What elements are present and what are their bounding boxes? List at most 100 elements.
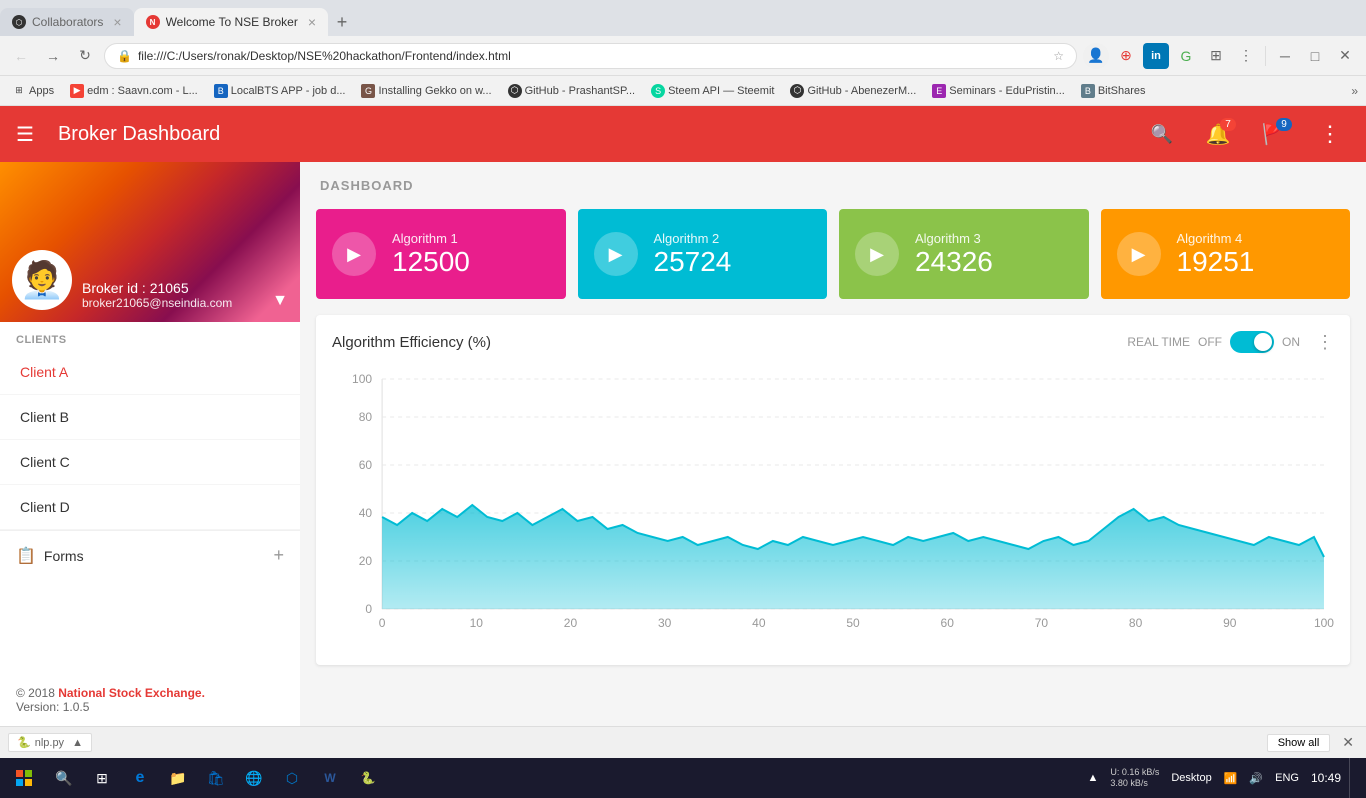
bookmark-github1[interactable]: ⬡ GitHub - PrashantSP... — [504, 82, 639, 100]
volume-tray-item[interactable]: 🔊 — [1245, 758, 1267, 798]
search-nav-button[interactable]: 🔍 — [1142, 114, 1182, 154]
seminars-bookmark-icon: E — [932, 84, 946, 98]
forms-add-icon[interactable]: + — [273, 545, 284, 566]
star-icon[interactable]: ☆ — [1053, 49, 1064, 63]
reload-button[interactable]: ↻ — [72, 43, 98, 69]
word-icon: W — [320, 768, 340, 788]
menu-button[interactable]: ☰ — [16, 122, 34, 147]
bookmark-bitshares[interactable]: B BitShares — [1077, 82, 1150, 100]
ime-tray-item[interactable]: ENG — [1271, 758, 1303, 798]
play-button-3[interactable]: ▶ — [855, 232, 899, 276]
algo-card-2[interactable]: ▶ Algorithm 2 25724 — [578, 209, 828, 299]
opera-icon[interactable]: ⊕ — [1113, 43, 1139, 69]
taskbar-chrome-button[interactable]: 🌐 — [236, 760, 272, 796]
close-window-button[interactable]: ✕ — [1332, 43, 1358, 69]
taskbar-edge-button[interactable]: e — [122, 760, 158, 796]
bookmark-localbts[interactable]: B LocalBTS APP - job d... — [210, 82, 350, 100]
sidebar-item-client-c[interactable]: Client C — [0, 440, 300, 485]
algo-card-4[interactable]: ▶ Algorithm 4 19251 — [1101, 209, 1351, 299]
extension3-icon[interactable]: ⋮ — [1233, 43, 1259, 69]
notifications-button[interactable]: 🔔 7 — [1198, 114, 1238, 154]
brand-name: National Stock Exchange. — [58, 686, 205, 700]
bookmark-steem[interactable]: S Steem API — Steemit — [647, 82, 778, 100]
svg-text:60: 60 — [359, 458, 373, 472]
flags-button[interactable]: 🚩 9 — [1254, 114, 1294, 154]
windows-start-button[interactable] — [4, 758, 44, 798]
bookmark-apps[interactable]: ⊞ Apps — [8, 82, 58, 100]
bell-badge: 7 — [1220, 118, 1236, 131]
tab-icon-github: ⬡ — [12, 15, 26, 29]
linkedin-icon[interactable]: in — [1143, 43, 1169, 69]
algo-card-3[interactable]: ▶ Algorithm 3 24326 — [839, 209, 1089, 299]
tray-network-item[interactable]: U: 0.16 kB/s 3.80 kB/s — [1106, 758, 1163, 798]
taskbar-search-button[interactable]: 🔍 — [46, 760, 82, 796]
extension1-icon[interactable]: G — [1173, 43, 1199, 69]
taskbar-vscode-button[interactable]: ⬡ — [274, 760, 310, 796]
new-tab-button[interactable]: + — [328, 8, 356, 36]
close-tab-collaborators[interactable]: × — [113, 14, 121, 30]
dashboard-area: DASHBOARD ▶ Algorithm 1 12500 ▶ Algorith… — [300, 162, 1366, 726]
taskbar-word-button[interactable]: W — [312, 760, 348, 796]
maximize-button[interactable]: □ — [1302, 43, 1328, 69]
forward-button[interactable]: → — [40, 43, 66, 69]
svg-text:60: 60 — [941, 616, 955, 630]
profile-icon[interactable]: 👤 — [1083, 43, 1109, 69]
search-icon: 🔍 — [1151, 124, 1173, 145]
tray-arrow-button[interactable]: ▲ — [1083, 758, 1102, 798]
bookmark-edm[interactable]: ▶ edm : Saavn.com - L... — [66, 82, 202, 100]
more-options-button[interactable]: ⋮ — [1310, 114, 1350, 154]
sidebar-item-client-b[interactable]: Client B — [0, 395, 300, 440]
taskbar-store-button[interactable]: 🛍 — [198, 760, 234, 796]
bitshares-bookmark-label: BitShares — [1098, 85, 1146, 97]
sidebar-item-client-a[interactable]: Client A — [0, 350, 300, 395]
taskbar-python-button[interactable]: 🐍 — [350, 760, 386, 796]
sidebar-item-client-d[interactable]: Client D — [0, 485, 300, 530]
bookmark-gekko[interactable]: G Installing Gekko on w... — [357, 82, 495, 100]
taskbar-task-view-button[interactable]: ⊞ — [84, 760, 120, 796]
github1-bookmark-label: GitHub - PrashantSP... — [525, 85, 635, 97]
wifi-tray-item[interactable]: 📶 — [1220, 758, 1242, 798]
svg-text:80: 80 — [359, 410, 373, 424]
extension2-icon[interactable]: ⊞ — [1203, 43, 1229, 69]
more-bookmarks-button[interactable]: » — [1351, 84, 1358, 98]
steem-bookmark-icon: S — [651, 84, 665, 98]
back-button[interactable]: ← — [8, 43, 34, 69]
play-button-4[interactable]: ▶ — [1117, 232, 1161, 276]
tab-icon-nse: N — [146, 15, 160, 29]
explorer-icon: 📁 — [168, 768, 188, 788]
play-button-1[interactable]: ▶ — [332, 232, 376, 276]
sidebar-user-info: Broker id : 21065 broker21065@nseindia.c… — [82, 280, 262, 310]
show-desktop-button[interactable] — [1349, 758, 1358, 798]
version-text: Version: 1.0.5 — [16, 700, 89, 714]
bookmark-github2[interactable]: ⬡ GitHub - AbenezerM... — [786, 82, 920, 100]
main-content: 🧑‍💼 Broker id : 21065 broker21065@nseind… — [0, 162, 1366, 726]
close-tab-nse[interactable]: × — [308, 14, 316, 30]
tab-label-nse: Welcome To NSE Broker — [166, 15, 298, 29]
desktop-label[interactable]: Desktop — [1167, 758, 1215, 798]
off-label: OFF — [1198, 335, 1222, 349]
chart-section: Algorithm Efficiency (%) REAL TIME OFF O… — [316, 315, 1350, 665]
edge-icon: e — [130, 768, 150, 788]
svg-text:90: 90 — [1223, 616, 1237, 630]
svg-text:100: 100 — [1314, 616, 1334, 630]
algo-info-2: Algorithm 2 25724 — [654, 231, 732, 278]
github2-bookmark-icon: ⬡ — [790, 84, 804, 98]
algo-card-1[interactable]: ▶ Algorithm 1 12500 — [316, 209, 566, 299]
realtime-toggle[interactable] — [1230, 331, 1274, 353]
time-tray-item[interactable]: 10:49 — [1307, 758, 1345, 798]
github2-bookmark-label: GitHub - AbenezerM... — [807, 85, 916, 97]
play-button-2[interactable]: ▶ — [594, 232, 638, 276]
minimize-button[interactable]: ─ — [1272, 43, 1298, 69]
chart-more-icon[interactable]: ⋮ — [1316, 332, 1334, 353]
sidebar-chevron-icon[interactable]: ▼ — [272, 292, 288, 310]
tab-collaborators[interactable]: ⬡ Collaborators × — [0, 8, 134, 36]
address-bar[interactable]: 🔒 file:///C:/Users/ronak/Desktop/NSE%20h… — [104, 43, 1077, 69]
taskbar-explorer-button[interactable]: 📁 — [160, 760, 196, 796]
chevron-up-icon[interactable]: ▲ — [72, 737, 83, 749]
forms-row[interactable]: 📋 Forms + — [0, 530, 300, 580]
bookmark-seminars[interactable]: E Seminars - EduPristin... — [928, 82, 1069, 100]
show-all-button[interactable]: Show all — [1267, 734, 1331, 752]
close-bottom-bar-button[interactable]: ✕ — [1338, 734, 1358, 751]
download-file[interactable]: 🐍 nlp.py ▲ — [8, 733, 92, 752]
tab-nse[interactable]: N Welcome To NSE Broker × — [134, 8, 328, 36]
